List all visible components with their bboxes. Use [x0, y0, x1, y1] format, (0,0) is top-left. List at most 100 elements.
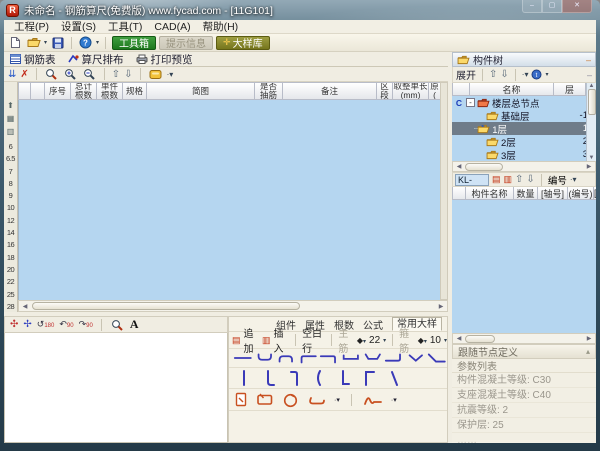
- diameter-label[interactable]: 22: [7, 276, 14, 288]
- zoom-in-icon[interactable]: [63, 67, 78, 82]
- menu-item[interactable]: 工具(T): [102, 20, 148, 34]
- add-member-icon[interactable]: ▤: [492, 174, 501, 185]
- diameter-label[interactable]: 6.5: [6, 153, 15, 165]
- sketch-zoom-icon[interactable]: [110, 317, 125, 332]
- col-extract[interactable]: 是否抽筋: [255, 83, 283, 100]
- bar-right-hook-up-icon[interactable]: [384, 351, 404, 365]
- more-dropdown-icon[interactable]: ·▾: [334, 396, 340, 404]
- diameter-label[interactable]: 18: [7, 252, 14, 264]
- bar-right-bend-down-icon[interactable]: [319, 351, 339, 365]
- member-prefix-input[interactable]: [455, 174, 489, 186]
- vbar-top-hook-icon[interactable]: [287, 369, 301, 387]
- vbar-l-foot-icon[interactable]: [337, 369, 351, 387]
- menu-item[interactable]: 帮助(H): [197, 20, 245, 34]
- bar-straight-icon[interactable]: [233, 351, 253, 365]
- tree-view-dropdown-icon[interactable]: ▾: [545, 71, 548, 78]
- vbar-top-bar-icon[interactable]: [362, 369, 376, 387]
- menu-item[interactable]: CAD(A): [148, 21, 196, 33]
- move-down-icon[interactable]: ⇩: [124, 69, 132, 80]
- expand-toggle-icon[interactable]: -: [466, 98, 475, 107]
- stirrup-grade-icon[interactable]: ◆▾: [418, 336, 427, 345]
- col-sketch[interactable]: 简图: [147, 83, 255, 100]
- col-seq[interactable]: 序号: [45, 83, 71, 100]
- detail-library-button[interactable]: ✛大样库: [216, 36, 270, 50]
- diameter-label[interactable]: 16: [7, 239, 14, 251]
- tree-row-root[interactable]: C - 楼层总节点: [452, 96, 596, 109]
- tree-vscroll-thumb[interactable]: [588, 89, 596, 115]
- tree-col-name[interactable]: 名称: [470, 83, 554, 96]
- bar-vee-icon[interactable]: [406, 351, 426, 365]
- bar-u-wide-icon[interactable]: [341, 351, 361, 365]
- rotate-180-icon[interactable]: ↺180: [37, 319, 55, 330]
- toolbox-button[interactable]: 工具箱: [112, 36, 156, 50]
- help-icon[interactable]: ?: [78, 35, 93, 50]
- bar-slant-end-icon[interactable]: [427, 351, 447, 365]
- diameter-label[interactable]: 8: [9, 178, 13, 190]
- tree-hscrollbar[interactable]: ◀ ▶: [452, 161, 596, 172]
- bar-n-bend-icon[interactable]: [276, 351, 296, 365]
- stirrup-size-dropdown-icon[interactable]: ▾: [444, 337, 447, 344]
- parameter-list-bar[interactable]: 参数列表: [452, 359, 596, 373]
- strip-grid2-icon[interactable]: ▥: [7, 125, 15, 138]
- tab-print-preview[interactable]: 打印预览: [136, 52, 193, 67]
- diameter-label[interactable]: 25: [7, 289, 14, 301]
- flip-horizontal-icon[interactable]: ✢: [23, 319, 31, 330]
- save-icon[interactable]: [50, 35, 65, 50]
- flip-vertical-icon[interactable]: ✣: [10, 319, 18, 330]
- expand-button[interactable]: 展开: [456, 67, 476, 82]
- col-spec[interactable]: 规格: [123, 83, 147, 100]
- member-col-number[interactable]: (编号): [568, 187, 594, 200]
- tab-formula[interactable]: 公式: [363, 317, 383, 332]
- tree-row-floor3[interactable]: 3层 3: [452, 148, 596, 161]
- new-file-icon[interactable]: [8, 35, 23, 50]
- close-button[interactable]: ✕: [562, 0, 592, 13]
- scroll-right-icon[interactable]: ▶: [436, 303, 446, 310]
- number-button[interactable]: 编号: [548, 173, 567, 187]
- text-tool-icon[interactable]: A: [130, 317, 139, 332]
- tree-col-layer[interactable]: 层: [554, 83, 586, 96]
- scroll-left-icon[interactable]: ◀: [20, 303, 30, 310]
- title-bar[interactable]: R 未命名 - 钢筋算尺(免费版) www.fycad.com - [11G10…: [0, 0, 600, 20]
- menu-item[interactable]: 工程(P): [8, 20, 55, 34]
- tree-scroll-right-icon[interactable]: ▶: [584, 163, 594, 170]
- rebar-table-hscrollbar[interactable]: ◀ ▶: [18, 300, 448, 312]
- delete-row-icon[interactable]: ✗: [20, 69, 28, 80]
- tree-row-floor1-selected[interactable]: ┄ 1层 1: [452, 122, 596, 135]
- bar-u-flared-icon[interactable]: [363, 351, 383, 365]
- col-total-count[interactable]: 总计根数: [71, 83, 97, 100]
- menu-item[interactable]: 设置(S): [55, 20, 102, 34]
- member-hscrollbar[interactable]: ◀ ▶: [452, 333, 596, 344]
- col-section[interactable]: 区段: [377, 83, 393, 100]
- member-down-icon[interactable]: ⇩: [526, 174, 534, 185]
- member-scroll-left-icon[interactable]: ◀: [454, 335, 464, 342]
- tree-move-up-icon[interactable]: ⇧: [489, 69, 497, 80]
- stirrup-badge-icon[interactable]: [235, 392, 248, 407]
- stirrup-crank-icon[interactable]: [363, 392, 383, 407]
- collapse-panel-icon[interactable]: –: [586, 55, 591, 65]
- zoom-tool-icon[interactable]: [44, 67, 59, 82]
- member-list-body[interactable]: [452, 200, 596, 333]
- diameter-label[interactable]: 20: [7, 264, 14, 276]
- member-hscroll-thumb[interactable]: [465, 335, 495, 343]
- follow-node-header[interactable]: 跟随节点定义 ▴: [452, 344, 596, 359]
- stirrup-circle-icon[interactable]: [282, 392, 299, 408]
- rotate-right-90-icon[interactable]: ↷90: [79, 319, 93, 330]
- tree-options-icon[interactable]: –: [587, 70, 592, 80]
- vbar-straight-icon[interactable]: [237, 369, 251, 387]
- zoom-out-icon[interactable]: [82, 67, 97, 82]
- tab-ruler-layout[interactable]: 算尺排布: [68, 52, 124, 67]
- vbar-curve-icon[interactable]: [312, 369, 326, 387]
- rotate-left-90-icon[interactable]: ↶90: [59, 319, 73, 330]
- tree-vscrollbar[interactable]: ▲ ▼: [586, 83, 596, 161]
- main-bar-size-select[interactable]: 22: [369, 335, 380, 346]
- col-rounded-length[interactable]: 取整单长(mm): [393, 83, 429, 100]
- number-dropdown-icon[interactable]: ·▾: [570, 175, 577, 184]
- diameter-label[interactable]: 14: [7, 227, 14, 239]
- tree-move-down-icon[interactable]: ⇩: [500, 69, 508, 80]
- sort-rows-icon[interactable]: ⇊: [8, 69, 16, 80]
- member-up-icon[interactable]: ⇧: [515, 174, 523, 185]
- minimize-button[interactable]: ‒: [522, 0, 542, 13]
- diameter-label[interactable]: 7: [9, 166, 13, 178]
- more-tools-dropdown-icon[interactable]: ·▾: [167, 70, 174, 79]
- stirrup-rect-icon[interactable]: [256, 392, 274, 407]
